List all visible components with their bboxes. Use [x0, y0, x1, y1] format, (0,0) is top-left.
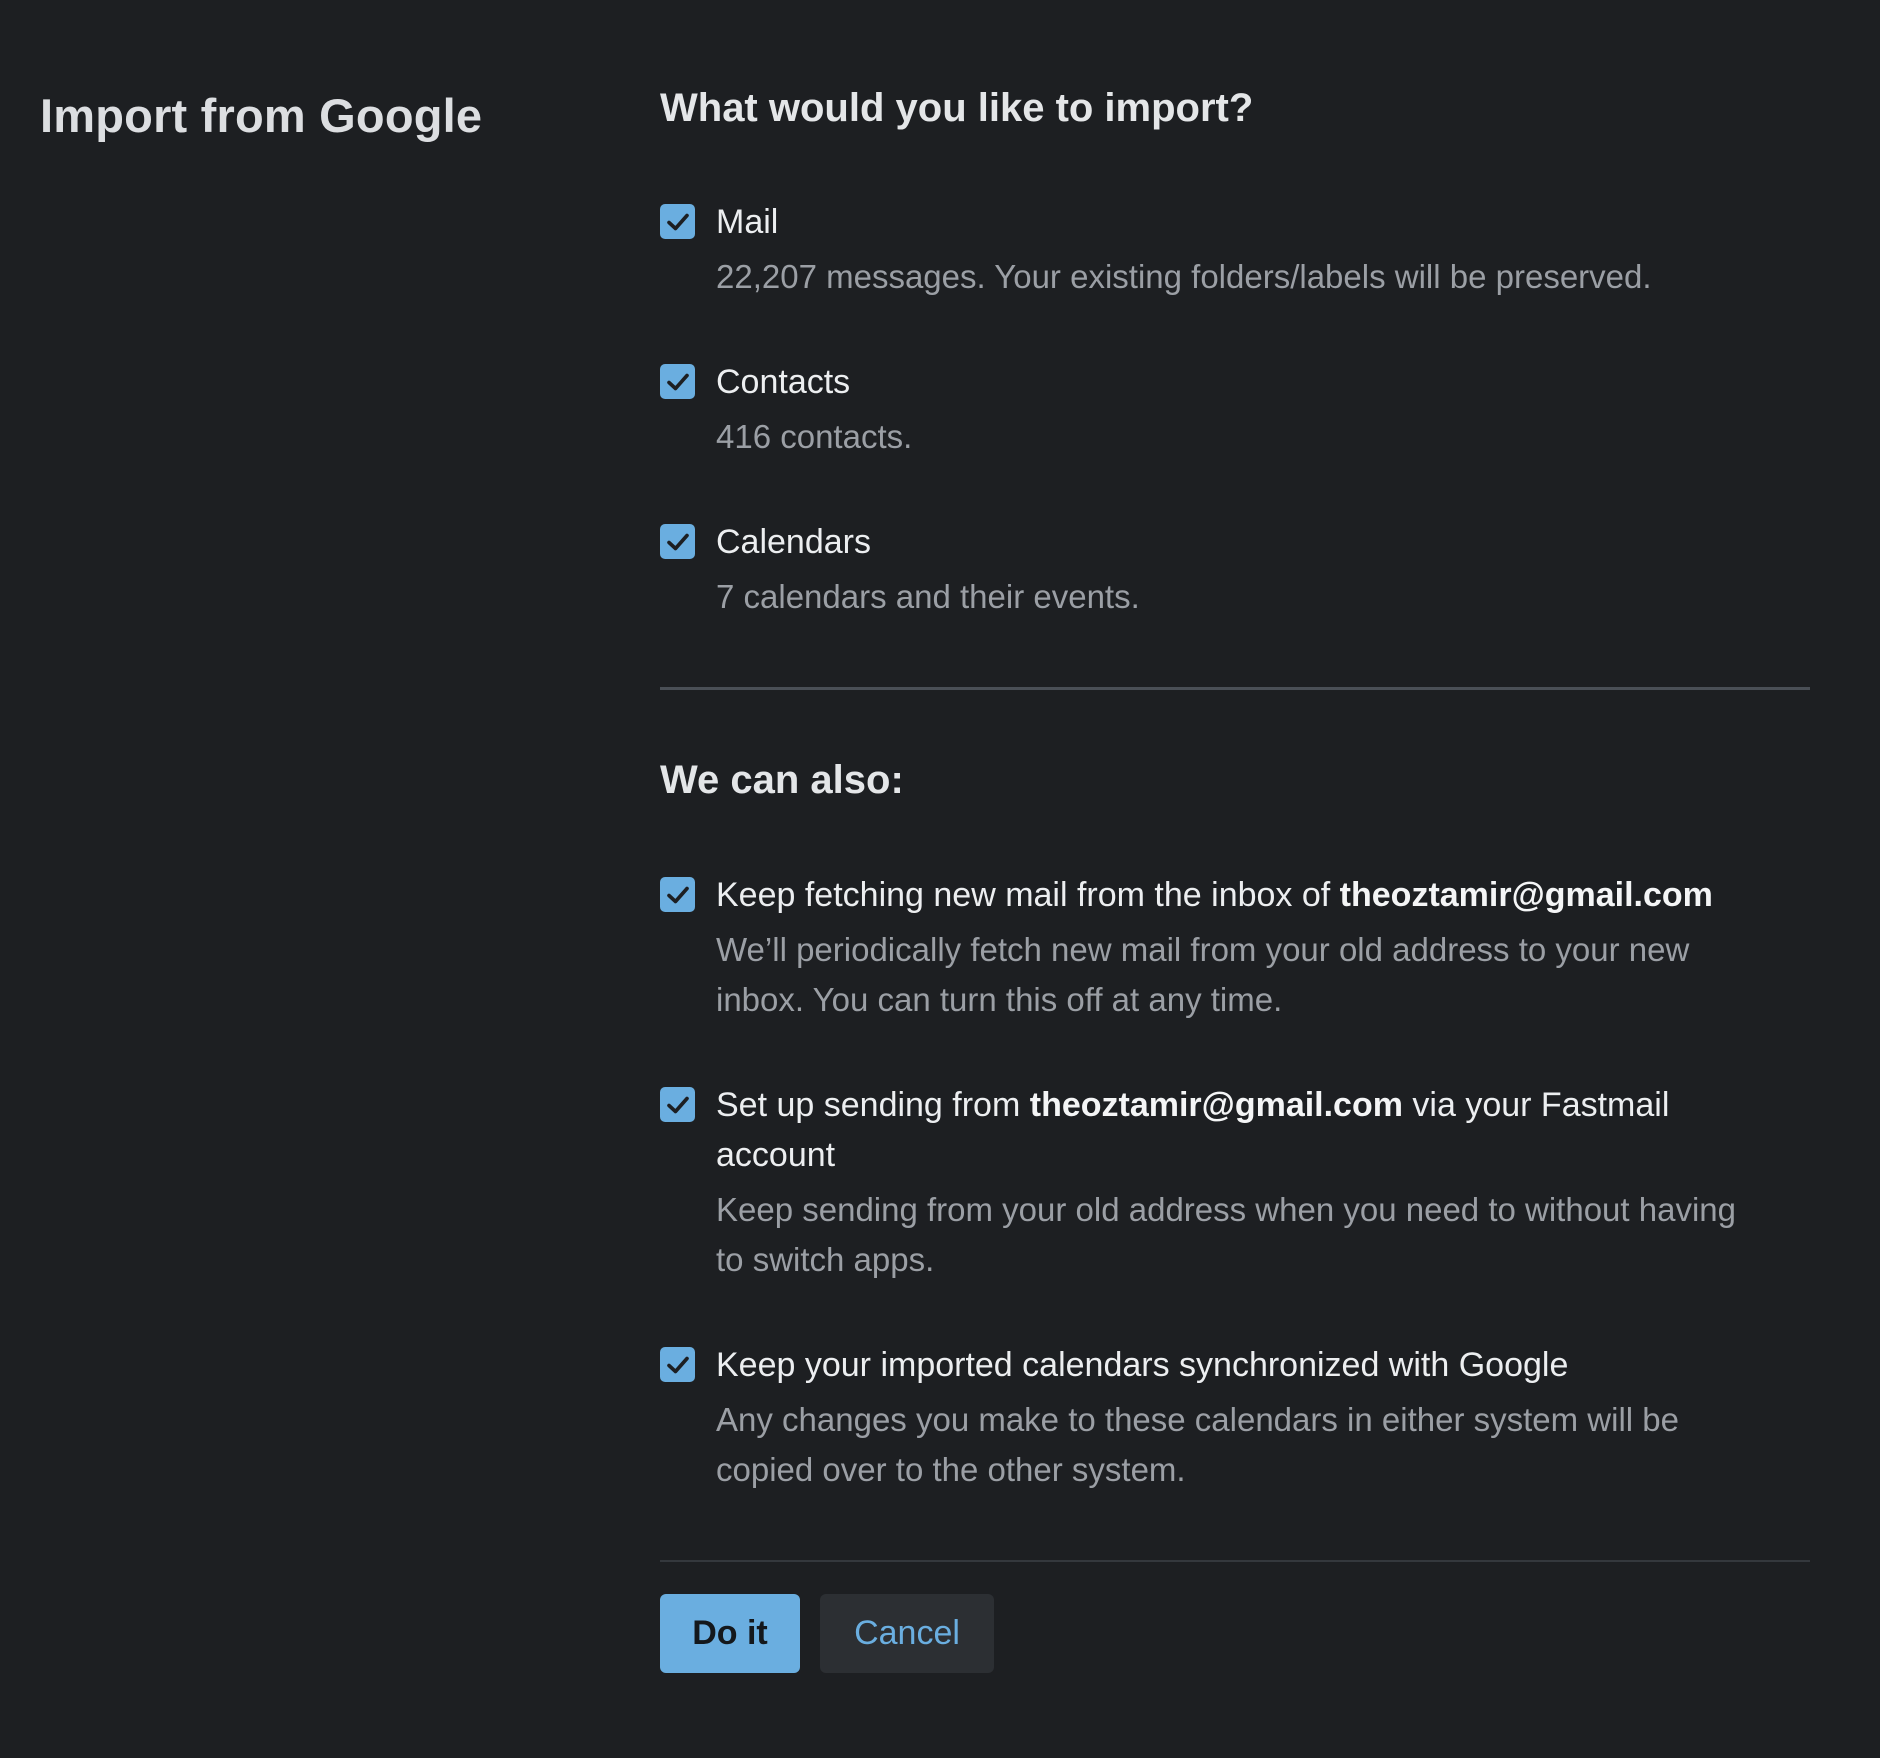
- keep-fetching-checkbox[interactable]: [660, 877, 695, 912]
- keep-fetching-description: We’ll periodically fetch new mail from y…: [716, 931, 1690, 1018]
- calendars-label: Calendars: [716, 523, 871, 561]
- gmail-address: theoztamir@gmail.com: [1339, 876, 1713, 914]
- mail-label: Mail: [716, 203, 779, 241]
- checkmark-icon: [666, 533, 689, 550]
- contacts-label: Contacts: [716, 363, 851, 401]
- mail-checkbox[interactable]: [660, 204, 695, 239]
- import-section-heading: What would you like to import?: [660, 86, 1254, 130]
- do-it-button[interactable]: Do it: [660, 1594, 800, 1673]
- also-section-heading: We can also:: [660, 758, 904, 802]
- setup-sending-description: Keep sending from your old address when …: [716, 1191, 1736, 1278]
- calendar-sync-label: Keep your imported calendars synchronize…: [716, 1346, 1569, 1384]
- calendar-sync-description: Any changes you make to these calendars …: [716, 1401, 1679, 1488]
- setup-sending-label-before: Set up sending from: [716, 1086, 1030, 1124]
- actions-divider: [660, 1560, 1810, 1562]
- calendars-checkbox[interactable]: [660, 524, 695, 559]
- checkmark-icon: [666, 1096, 689, 1113]
- page-title: Import from Google: [40, 89, 483, 142]
- gmail-address: theoztamir@gmail.com: [1029, 1086, 1403, 1124]
- checkmark-icon: [666, 1356, 689, 1373]
- checkmark-icon: [666, 213, 689, 230]
- setup-sending-label: Set up sending from theoztamir@gmail.com…: [716, 1080, 1716, 1180]
- contacts-description: 416 contacts.: [716, 418, 913, 455]
- calendar-sync-checkbox[interactable]: [660, 1347, 695, 1382]
- checkmark-icon: [666, 373, 689, 390]
- cancel-button[interactable]: Cancel: [820, 1594, 994, 1673]
- checkmark-icon: [666, 886, 689, 903]
- keep-fetching-label: Keep fetching new mail from the inbox of…: [716, 870, 1756, 920]
- setup-sending-checkbox[interactable]: [660, 1087, 695, 1122]
- keep-fetching-label-text: Keep fetching new mail from the inbox of: [716, 876, 1340, 914]
- calendars-description: 7 calendars and their events.: [716, 578, 1140, 615]
- section-divider: [660, 687, 1810, 690]
- contacts-checkbox[interactable]: [660, 364, 695, 399]
- mail-description: 22,207 messages. Your existing folders/l…: [716, 258, 1652, 295]
